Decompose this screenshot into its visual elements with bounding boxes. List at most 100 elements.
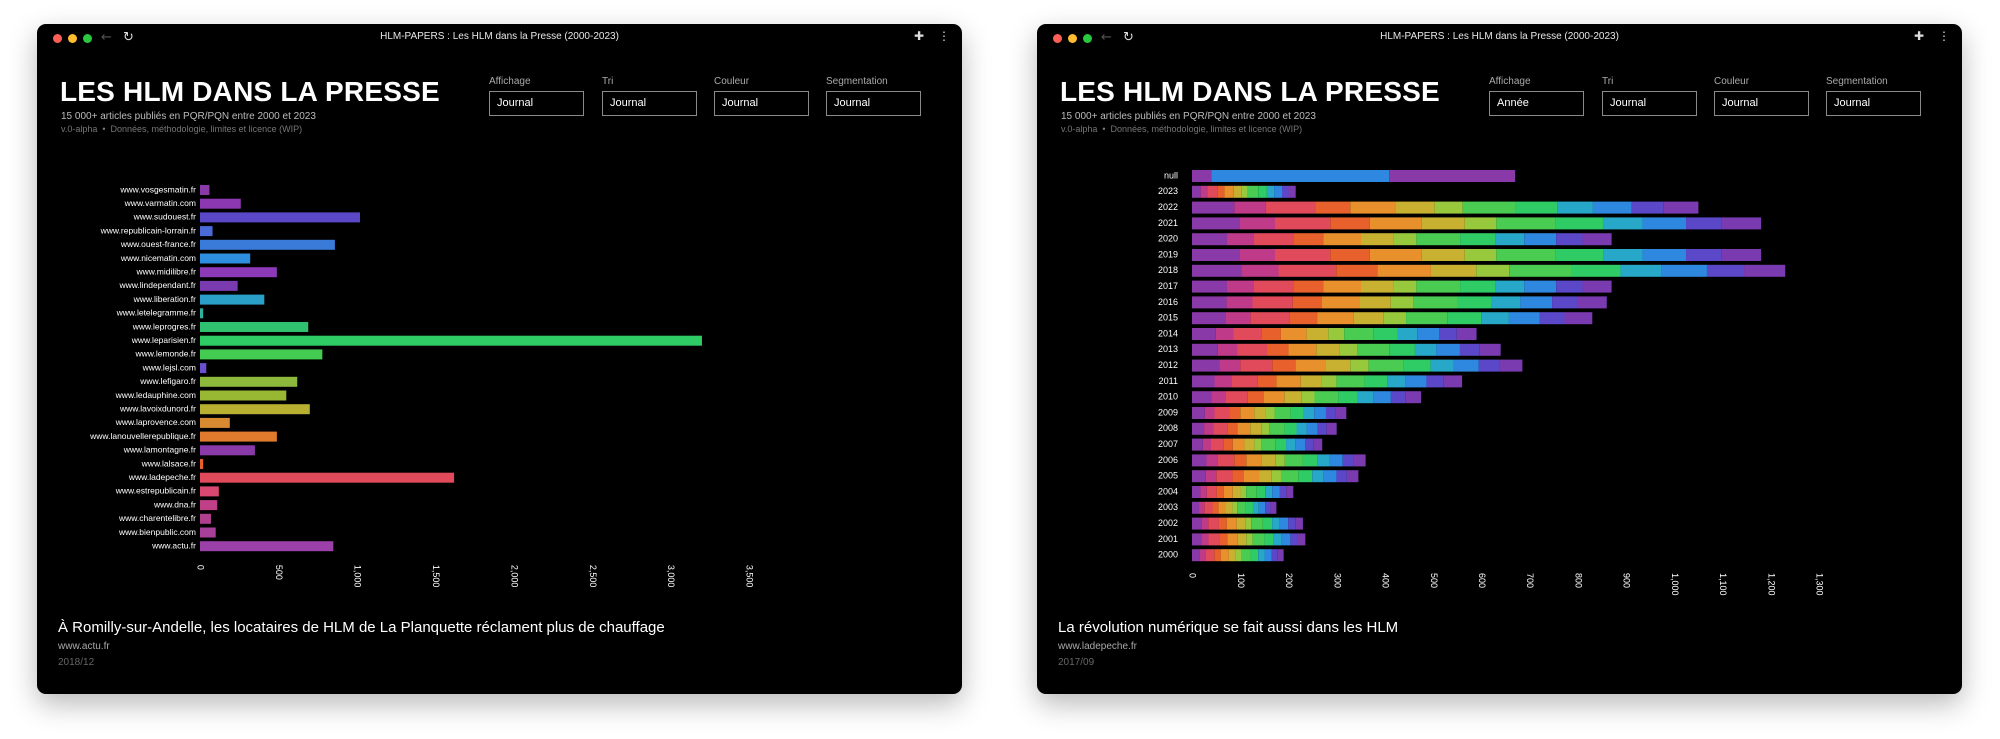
bar-segment (1323, 280, 1362, 293)
bar-segment (1620, 264, 1662, 277)
bar-segment (1342, 454, 1354, 467)
bar-segment (1495, 280, 1525, 293)
bar-segment (1233, 328, 1262, 340)
bar-segment (1253, 233, 1294, 246)
x-tick-label: 500 (274, 565, 284, 580)
category-label: 2010 (1158, 392, 1178, 402)
bar-segment (1220, 549, 1229, 562)
category-label: 2003 (1158, 502, 1178, 512)
category-label: 2011 (1159, 376, 1178, 386)
bar-segment (1223, 486, 1233, 498)
bar-segment (1552, 296, 1578, 309)
bar-segment (1223, 438, 1233, 451)
category-label: www.sudouest.fr (133, 212, 197, 222)
x-tick-label: 1,200 (1766, 573, 1776, 596)
article-title[interactable]: La révolution numérique se fait aussi da… (1058, 619, 1398, 636)
bar-segment (1292, 296, 1322, 309)
bar-segment (1406, 312, 1448, 325)
bar-segment (1447, 312, 1482, 325)
bar-segment (1192, 407, 1205, 419)
bar-segment (1219, 533, 1228, 546)
category-label: www.lanouvellerepublique.fr (89, 431, 196, 441)
category-label: 2016 (1158, 297, 1178, 307)
bar-segment (1603, 217, 1643, 230)
bar-segment (1286, 438, 1296, 451)
bar-segment (1259, 470, 1272, 483)
bar-segment (1416, 233, 1461, 246)
bar-segment (1237, 422, 1251, 435)
bar-segment (1339, 343, 1358, 356)
bar-segment (1564, 312, 1593, 325)
bar (200, 363, 207, 374)
category-label: 2002 (1158, 518, 1178, 528)
bar-segment (1271, 470, 1281, 483)
bar-segment (1555, 217, 1604, 230)
bar-segment (1225, 312, 1251, 325)
x-tick-label: 2,500 (588, 565, 598, 588)
category-label: www.letelegramme.fr (116, 308, 197, 318)
bar-segment (1556, 233, 1583, 246)
category-label: www.charentelibre.fr (118, 513, 196, 523)
bar-segment (1232, 438, 1245, 451)
bar-segment (1321, 296, 1360, 309)
bar (200, 513, 211, 524)
bar-segment (1390, 391, 1406, 404)
bar-segment (1642, 217, 1687, 230)
bar-segment (1225, 501, 1233, 514)
bar (200, 226, 213, 237)
x-tick-label: 100 (1236, 573, 1246, 588)
bar-segment (1426, 375, 1444, 388)
bar-segment (1256, 486, 1266, 498)
bar-segment (1577, 296, 1607, 309)
bar-segment (1261, 438, 1276, 451)
category-label: 2021 (1158, 218, 1178, 228)
category-label: www.leparisien.fr (131, 335, 196, 345)
bar-segment (1267, 343, 1289, 356)
bar-segment (1214, 407, 1230, 419)
bar (200, 185, 210, 195)
bar-segment (1274, 249, 1331, 261)
bar-segment (1236, 517, 1246, 530)
bar (200, 541, 334, 552)
bar-segment (1317, 312, 1354, 325)
bar-segment (1250, 549, 1259, 562)
bar-segment (1582, 280, 1612, 293)
bar-segment (1226, 517, 1237, 530)
bar-segment (1240, 359, 1273, 372)
bar-segment (1253, 280, 1294, 293)
bar-segment (1192, 470, 1206, 483)
article-title[interactable]: À Romilly-sur-Andelle, les locataires de… (58, 619, 665, 636)
category-label: www.lemonde.fr (135, 349, 197, 359)
bar-segment (1289, 312, 1318, 325)
bar-segment (1336, 264, 1378, 277)
bar-segment (1264, 549, 1272, 562)
x-tick-label: 900 (1622, 573, 1632, 588)
bar-segment (1556, 280, 1583, 293)
bar-segment (1232, 501, 1238, 514)
bar-segment (1192, 328, 1216, 340)
bar-segment (1205, 470, 1217, 483)
bar-segment (1368, 359, 1404, 372)
bar-segment (1288, 185, 1296, 198)
bar-segment (1328, 328, 1345, 340)
bar-segment (1216, 470, 1233, 483)
x-tick-label: 300 (1332, 573, 1342, 588)
year-stacked-bar-chart: null 2023 2022 2021 2020 2019 2018 2017 2016 2015… (1158, 170, 1825, 596)
bar-segment (1247, 185, 1259, 198)
bar-segment (1213, 422, 1228, 435)
bar-segment (1272, 359, 1296, 372)
bar-segment (1373, 391, 1391, 404)
bar-segment (1325, 359, 1351, 372)
bar-segment (1686, 249, 1722, 261)
bar-segment (1233, 185, 1242, 198)
bar-segment (1192, 296, 1227, 309)
bar-segment (1216, 486, 1224, 498)
bar-segment (1288, 343, 1317, 356)
category-label: 2018 (1158, 265, 1178, 275)
bar-segment (1479, 343, 1501, 356)
bar (200, 431, 277, 442)
bar-segment (1241, 185, 1248, 198)
bar (200, 322, 309, 332)
bar-segment (1330, 217, 1370, 230)
bar-segment (1495, 233, 1525, 246)
